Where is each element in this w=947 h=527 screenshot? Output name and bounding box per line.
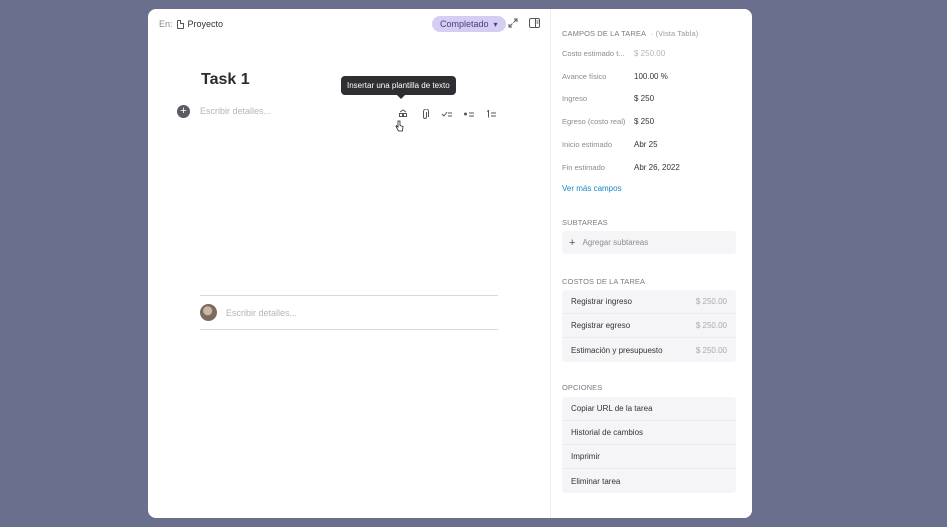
template-icon[interactable] — [393, 108, 413, 120]
breadcrumb-location[interactable]: Proyecto — [188, 19, 224, 29]
options-title: OPCIONES — [562, 383, 603, 392]
fields-section-title: CAMPOS DE LA TAREA · (Vista Tabla) — [562, 29, 698, 38]
field-value[interactable]: $ 250.00 — [634, 49, 665, 58]
add-subtask-button[interactable]: + Agregar subtareas — [562, 231, 736, 254]
comment-divider-top — [200, 295, 498, 296]
more-fields-link[interactable]: Ver más campos — [562, 184, 622, 193]
cost-label: Estimación y presupuesto — [571, 345, 663, 355]
field-label: Ingreso — [562, 93, 588, 103]
field-value[interactable]: Abr 25 — [634, 140, 658, 149]
breadcrumb: En: Proyecto — [159, 19, 223, 29]
checklist-icon[interactable] — [437, 108, 457, 120]
field-value[interactable]: Abr 26, 2022 — [634, 163, 680, 172]
comment-divider-bottom — [200, 329, 498, 330]
fields-subtitle: · (Vista Tabla) — [650, 29, 699, 38]
field-costo-estimado[interactable]: Costo estimado t... $ 250.00 — [562, 47, 742, 59]
field-value[interactable]: $ 250 — [634, 117, 654, 126]
option-history[interactable]: Historial de cambios — [562, 421, 736, 445]
chevron-down-icon: ▾ — [493, 19, 498, 29]
comment-input[interactable]: Escribir detalles... — [226, 308, 297, 318]
options-box: Copiar URL de la tarea Historial de camb… — [562, 397, 736, 493]
sidebar-layout-icon[interactable] — [528, 17, 540, 29]
editor-toolbar — [393, 108, 503, 120]
cost-amount: $ 250.00 — [695, 297, 727, 306]
cost-label: Registrar egreso — [571, 321, 631, 330]
subtasks-box: + Agregar subtareas — [562, 231, 736, 254]
cost-amount: $ 250.00 — [695, 345, 727, 355]
plus-icon: + — [569, 236, 576, 249]
add-block-icon[interactable]: + — [177, 105, 190, 118]
option-label: Copiar URL de la tarea — [571, 404, 653, 413]
bullet-list-icon[interactable] — [459, 108, 479, 120]
cost-label: Registrar ingreso — [571, 297, 632, 306]
field-egreso[interactable]: Egreso (costo real) $ 250 — [562, 115, 742, 127]
cost-row-egreso[interactable]: Registrar egreso $ 250.00 — [562, 314, 736, 338]
numbered-list-icon[interactable] — [481, 108, 501, 120]
subtasks-title: SUBTAREAS — [562, 218, 608, 227]
field-label: Egreso (costo real) — [562, 116, 626, 126]
task-main-panel: En: Proyecto Completado ▾ Task 1 Inserta… — [148, 9, 550, 518]
tooltip: Insertar una plantilla de texto — [341, 76, 456, 99]
add-subtask-label: Agregar subtareas — [582, 238, 649, 247]
option-label: Imprimir — [571, 452, 600, 461]
field-ingreso[interactable]: Ingreso $ 250 — [562, 92, 742, 104]
document-icon — [176, 19, 184, 29]
mouse-cursor-icon — [395, 120, 404, 134]
field-fin-estimado[interactable]: Fin estimado Abr 26, 2022 — [562, 161, 742, 173]
task-modal: En: Proyecto Completado ▾ Task 1 Inserta… — [148, 9, 752, 518]
status-dropdown[interactable]: Completado ▾ — [432, 16, 506, 32]
field-avance-fisico[interactable]: Avance físico 100.00 % — [562, 70, 742, 82]
breadcrumb-prefix: En: — [159, 19, 173, 29]
option-label: Historial de cambios — [571, 428, 644, 437]
field-value[interactable]: $ 250 — [634, 94, 654, 103]
fields-title: CAMPOS DE LA TAREA — [562, 29, 646, 38]
task-side-panel: CAMPOS DE LA TAREA · (Vista Tabla) Costo… — [550, 9, 752, 518]
field-label: Costo estimado t... — [562, 48, 625, 58]
cost-row-ingreso[interactable]: Registrar ingreso $ 250.00 — [562, 290, 736, 314]
option-copy-url[interactable]: Copiar URL de la tarea — [562, 397, 736, 421]
option-delete[interactable]: Eliminar tarea — [562, 469, 736, 493]
task-title[interactable]: Task 1 — [201, 71, 250, 89]
option-label: Eliminar tarea — [571, 476, 621, 486]
status-label: Completado — [440, 19, 489, 29]
field-value[interactable]: 100.00 % — [634, 72, 668, 81]
cost-row-presupuesto[interactable]: Estimación y presupuesto $ 250.00 — [562, 338, 736, 362]
field-label: Inicio estimado — [562, 139, 613, 149]
details-input[interactable]: Escribir detalles... — [200, 106, 271, 116]
field-label: Fin estimado — [562, 162, 605, 172]
costs-title: COSTOS DE LA TAREA — [562, 277, 646, 286]
expand-icon[interactable] — [507, 17, 519, 29]
field-inicio-estimado[interactable]: Inicio estimado Abr 25 — [562, 138, 742, 150]
attachment-icon[interactable] — [415, 108, 435, 120]
avatar — [200, 304, 217, 321]
field-label: Avance físico — [562, 71, 607, 81]
costs-box: Registrar ingreso $ 250.00 Registrar egr… — [562, 290, 736, 362]
cost-amount: $ 250.00 — [695, 321, 727, 330]
option-print[interactable]: Imprimir — [562, 445, 736, 469]
